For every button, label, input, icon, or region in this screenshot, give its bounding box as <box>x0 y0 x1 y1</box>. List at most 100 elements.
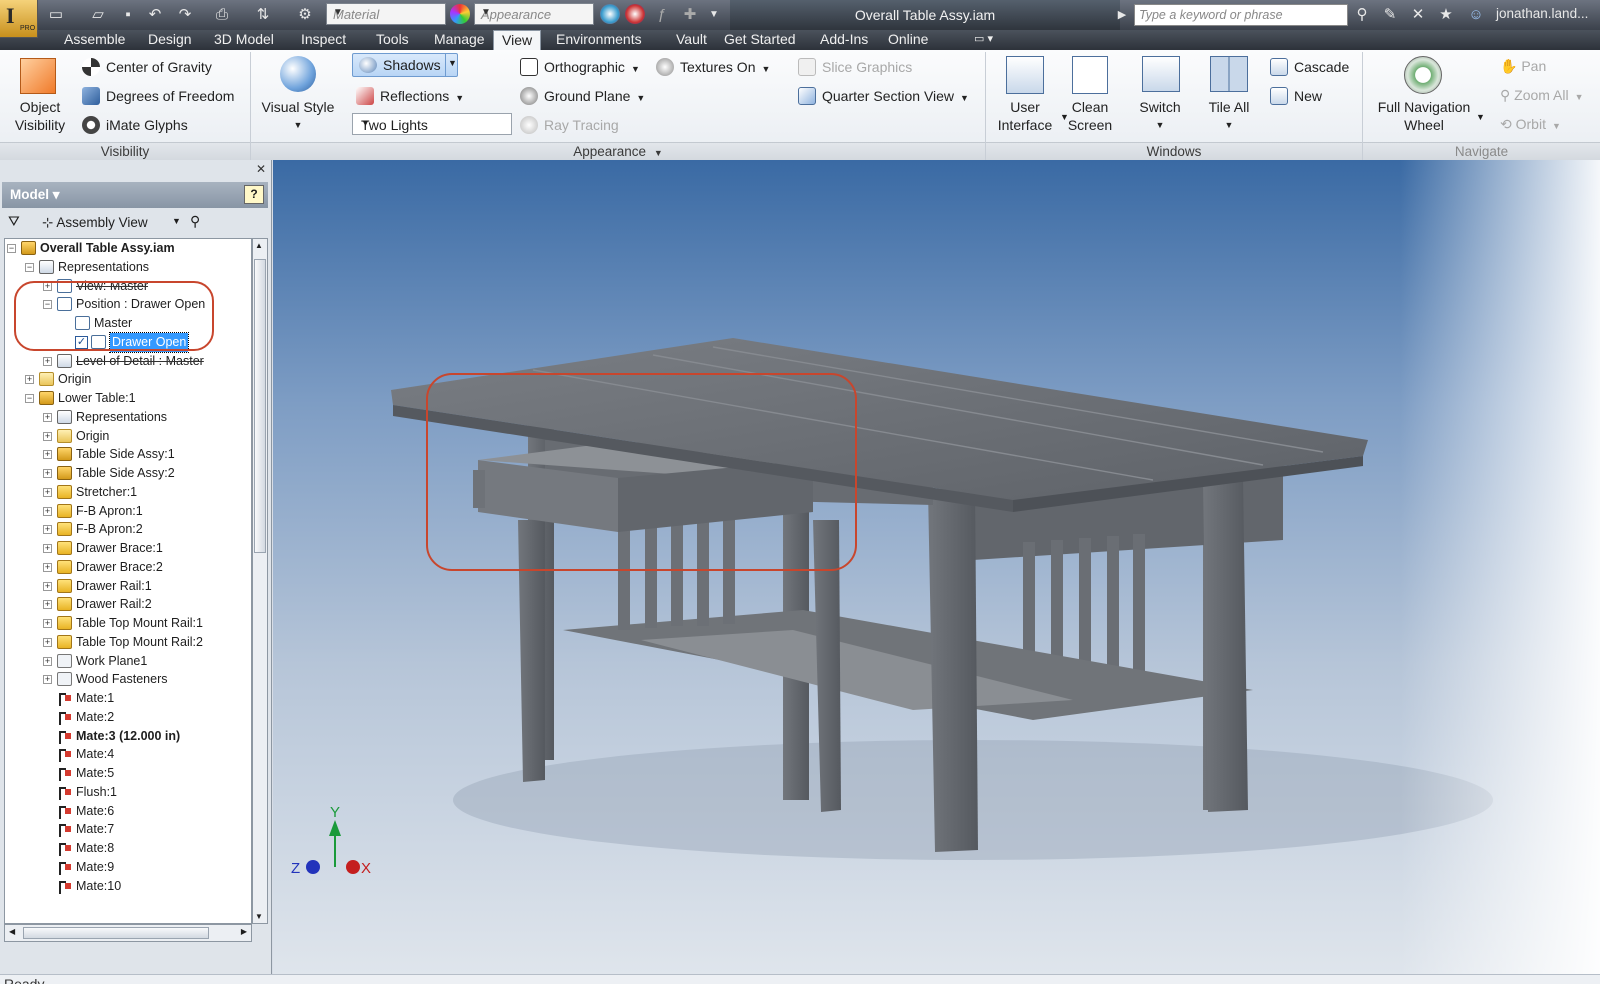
expand-toggle-icon[interactable]: − <box>7 244 16 253</box>
tab-assemble[interactable]: Assemble <box>56 30 133 50</box>
shadows-button[interactable]: Shadows ▼ <box>352 53 458 77</box>
zoom-all-button[interactable]: ⚲ Zoom All ▼ <box>1500 87 1584 104</box>
scrollbar-thumb[interactable] <box>23 927 209 939</box>
expand-toggle-icon[interactable]: + <box>43 619 52 628</box>
tab-3d-model[interactable]: 3D Model <box>206 30 282 50</box>
user-interface-icon[interactable] <box>1006 56 1044 94</box>
switch-window-icon[interactable] <box>1142 56 1180 92</box>
appearance-panel-label[interactable]: Appearance ▼ <box>251 142 985 160</box>
switch-button[interactable]: Switch ▼ <box>1128 98 1192 134</box>
pan-button[interactable]: ✋ Pan <box>1500 58 1546 75</box>
tree-vertical-scrollbar[interactable]: ▲ ▼ <box>252 238 268 924</box>
application-menu-button[interactable]: I PRO <box>0 0 38 38</box>
orbit-button[interactable]: ⟲ Orbit ▼ <box>1500 116 1561 133</box>
properties-icon[interactable]: ⚙ <box>295 5 315 25</box>
expand-toggle-icon[interactable]: + <box>43 675 52 685</box>
tab-view[interactable]: View <box>493 30 542 50</box>
user-name[interactable]: jonathan.land... <box>1496 6 1588 21</box>
tab-manage[interactable]: Manage <box>426 30 493 50</box>
scroll-down-icon[interactable]: ▼ <box>255 912 263 921</box>
new-file-icon[interactable]: ▭ <box>46 5 66 25</box>
undo-icon[interactable]: ↶ <box>145 5 165 25</box>
measure-icon[interactable]: ✚ <box>680 5 700 25</box>
user-icon[interactable]: ☺ <box>1466 5 1486 25</box>
save-icon[interactable]: ▪ <box>118 5 138 25</box>
tab-tools[interactable]: Tools <box>368 30 417 50</box>
ribbon-options-icon[interactable]: ▭ ▾ <box>966 30 1001 50</box>
tab-design[interactable]: Design <box>140 30 200 50</box>
close-icon[interactable]: ✕ <box>256 162 266 176</box>
new-window-button[interactable]: New <box>1270 87 1322 105</box>
orthographic-button[interactable]: Orthographic ▼ <box>520 58 640 76</box>
scroll-left-icon[interactable]: ◀ <box>9 927 15 936</box>
adjust-appearance-icon[interactable] <box>600 4 620 24</box>
expand-toggle-icon[interactable]: + <box>43 656 52 666</box>
visual-style-button[interactable]: Visual Style ▼ <box>258 98 338 134</box>
imate-glyphs-button[interactable]: iMate Glyphs <box>82 116 188 134</box>
scroll-up-icon[interactable]: ▲ <box>255 241 263 250</box>
lighting-style-select[interactable]: Two Lights ▼ <box>352 113 512 135</box>
appearance-combo[interactable]: Appearance ▼ <box>474 3 594 25</box>
visual-style-icon[interactable] <box>280 56 316 92</box>
search-expand-icon[interactable]: ▶ <box>1112 5 1132 25</box>
clean-screen-icon[interactable] <box>1072 56 1108 94</box>
clean-screen-button[interactable]: Clean Screen <box>1058 98 1122 134</box>
favorites-star-icon[interactable]: ★ <box>1436 5 1456 25</box>
subscription-center-icon[interactable]: ✎ <box>1380 5 1400 25</box>
user-interface-button[interactable]: User Interface <box>990 98 1060 134</box>
expand-toggle-icon[interactable]: + <box>43 356 52 366</box>
slice-graphics-button[interactable]: Slice Graphics <box>798 58 912 76</box>
expand-toggle-icon[interactable]: + <box>43 581 52 591</box>
help-icon[interactable]: ? <box>244 185 264 204</box>
update-icon[interactable]: ⇅ <box>253 5 273 25</box>
expand-toggle-icon[interactable]: + <box>25 375 34 385</box>
chevron-down-icon[interactable]: ▼ <box>1476 112 1485 122</box>
redo-icon[interactable]: ↷ <box>175 5 195 25</box>
chevron-down-icon[interactable]: ▼ <box>448 58 457 68</box>
search-input[interactable]: Type a keyword or phrase <box>1134 4 1348 26</box>
ray-tracing-button[interactable]: Ray Tracing <box>520 116 619 134</box>
tab-add-ins[interactable]: Add-Ins <box>812 30 876 50</box>
tab-online[interactable]: Online <box>880 30 936 50</box>
open-folder-icon[interactable]: ▱ <box>88 5 108 25</box>
object-visibility-icon[interactable] <box>20 58 56 94</box>
clear-appearance-icon[interactable] <box>625 4 645 24</box>
appearance-color-icon[interactable] <box>450 4 470 24</box>
find-binoculars-icon[interactable]: ⚲ <box>190 213 200 230</box>
scroll-right-icon[interactable]: ▶ <box>241 927 247 936</box>
tree-horizontal-scrollbar[interactable]: ◀ ▶ <box>4 924 252 942</box>
communication-center-icon[interactable]: ✕ <box>1408 5 1428 25</box>
browser-title[interactable]: Model ▾ <box>10 187 60 203</box>
expand-toggle-icon[interactable]: − <box>25 262 34 272</box>
tile-all-icon[interactable] <box>1210 56 1248 92</box>
expand-toggle-icon[interactable]: + <box>43 487 52 497</box>
full-navigation-wheel-button[interactable]: Full Navigation Wheel <box>1370 98 1478 134</box>
textures-on-button[interactable]: Textures On ▼ <box>656 58 770 76</box>
print-icon[interactable]: ⎙ <box>212 5 232 25</box>
assembly-view-select[interactable]: ⊹ Assembly View <box>42 215 148 231</box>
material-combo[interactable]: Material ▼ <box>326 3 446 25</box>
expand-toggle-icon[interactable]: − <box>25 394 34 403</box>
tab-vault[interactable]: Vault <box>668 30 715 50</box>
expand-toggle-icon[interactable]: + <box>43 431 52 441</box>
expand-toggle-icon[interactable]: + <box>43 562 52 572</box>
expand-toggle-icon[interactable]: + <box>43 600 52 610</box>
expand-toggle-icon[interactable]: + <box>43 544 52 553</box>
parameters-fx-icon[interactable]: ƒ <box>652 5 672 25</box>
reflections-button[interactable]: Reflections ▼ <box>356 87 464 105</box>
binoculars-search-icon[interactable]: ⚲ <box>1352 5 1372 25</box>
expand-toggle-icon[interactable]: + <box>43 637 52 647</box>
ground-plane-button[interactable]: Ground Plane ▼ <box>520 87 645 105</box>
expand-toggle-icon[interactable]: + <box>43 412 52 422</box>
tile-all-button[interactable]: Tile All ▼ <box>1196 98 1262 134</box>
object-visibility-button[interactable]: Object Visibility <box>8 98 72 134</box>
tab-environments[interactable]: Environments <box>548 30 650 50</box>
graphics-viewport[interactable]: Y Z X <box>273 160 1600 974</box>
quarter-section-view-button[interactable]: Quarter Section View ▼ <box>798 87 969 105</box>
qat-customize-chevron-icon[interactable]: ▼ <box>704 5 724 25</box>
expand-toggle-icon[interactable]: + <box>43 450 52 460</box>
cascade-button[interactable]: Cascade <box>1270 58 1349 76</box>
expand-toggle-icon[interactable]: + <box>43 506 52 516</box>
chevron-down-icon[interactable]: ▼ <box>172 216 181 226</box>
tab-get-started[interactable]: Get Started <box>716 30 804 50</box>
